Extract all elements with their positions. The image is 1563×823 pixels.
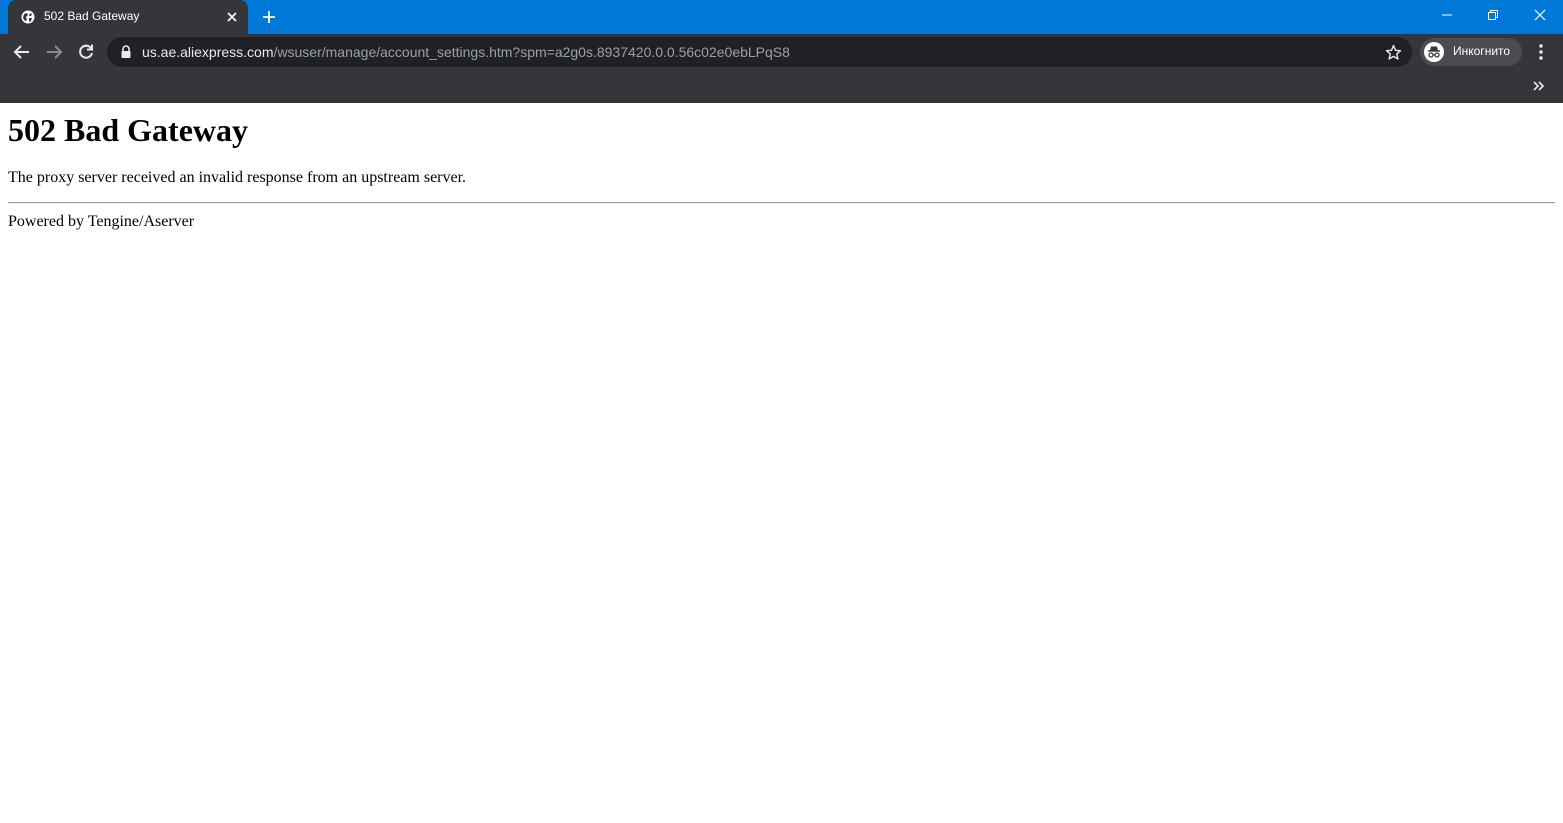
address-bar[interactable]: us.ae.aliexpress.com/wsuser/manage/accou… [107, 37, 1412, 67]
lock-icon[interactable] [120, 45, 132, 59]
restore-window-icon[interactable] [1470, 0, 1516, 30]
url-host: us.ae.aliexpress.com [142, 44, 274, 60]
more-menu-icon[interactable] [1531, 42, 1551, 62]
new-tab-icon[interactable] [260, 8, 278, 26]
url-path: /wsuser/manage/account_settings.htm?spm=… [273, 44, 790, 60]
server-footer: Powered by Tengine/Aserver [8, 213, 195, 230]
url-text[interactable]: us.ae.aliexpress.com/wsuser/manage/accou… [142, 44, 790, 60]
reload-icon[interactable] [76, 42, 96, 62]
incognito-profile-button[interactable]: Инкогнито [1420, 38, 1522, 66]
tab-title: 502 Bad Gateway [44, 9, 140, 23]
back-arrow-icon[interactable] [12, 42, 32, 62]
browser-titlebar: 502 Bad Gateway [0, 0, 1563, 34]
browser-tab-active[interactable]: 502 Bad Gateway [8, 0, 248, 34]
incognito-label: Инкогнито [1453, 44, 1511, 58]
bookmark-star-icon[interactable] [1385, 44, 1402, 61]
incognito-icon [1424, 42, 1444, 62]
forward-arrow-icon[interactable] [44, 42, 64, 62]
chevron-double-right-icon[interactable] [1530, 78, 1548, 94]
globe-icon [21, 10, 35, 24]
page-heading: 502 Bad Gateway [8, 112, 248, 148]
error-message: The proxy server received an invalid res… [8, 169, 467, 186]
bookmarks-bar [0, 70, 1563, 103]
close-tab-icon[interactable] [224, 9, 240, 25]
browser-toolbar: us.ae.aliexpress.com/wsuser/manage/accou… [0, 34, 1563, 70]
minimize-window-icon[interactable] [1424, 0, 1470, 30]
close-window-icon[interactable] [1517, 0, 1563, 30]
divider [8, 202, 1555, 204]
page-content: 502 Bad Gateway The proxy server receive… [0, 103, 1563, 823]
